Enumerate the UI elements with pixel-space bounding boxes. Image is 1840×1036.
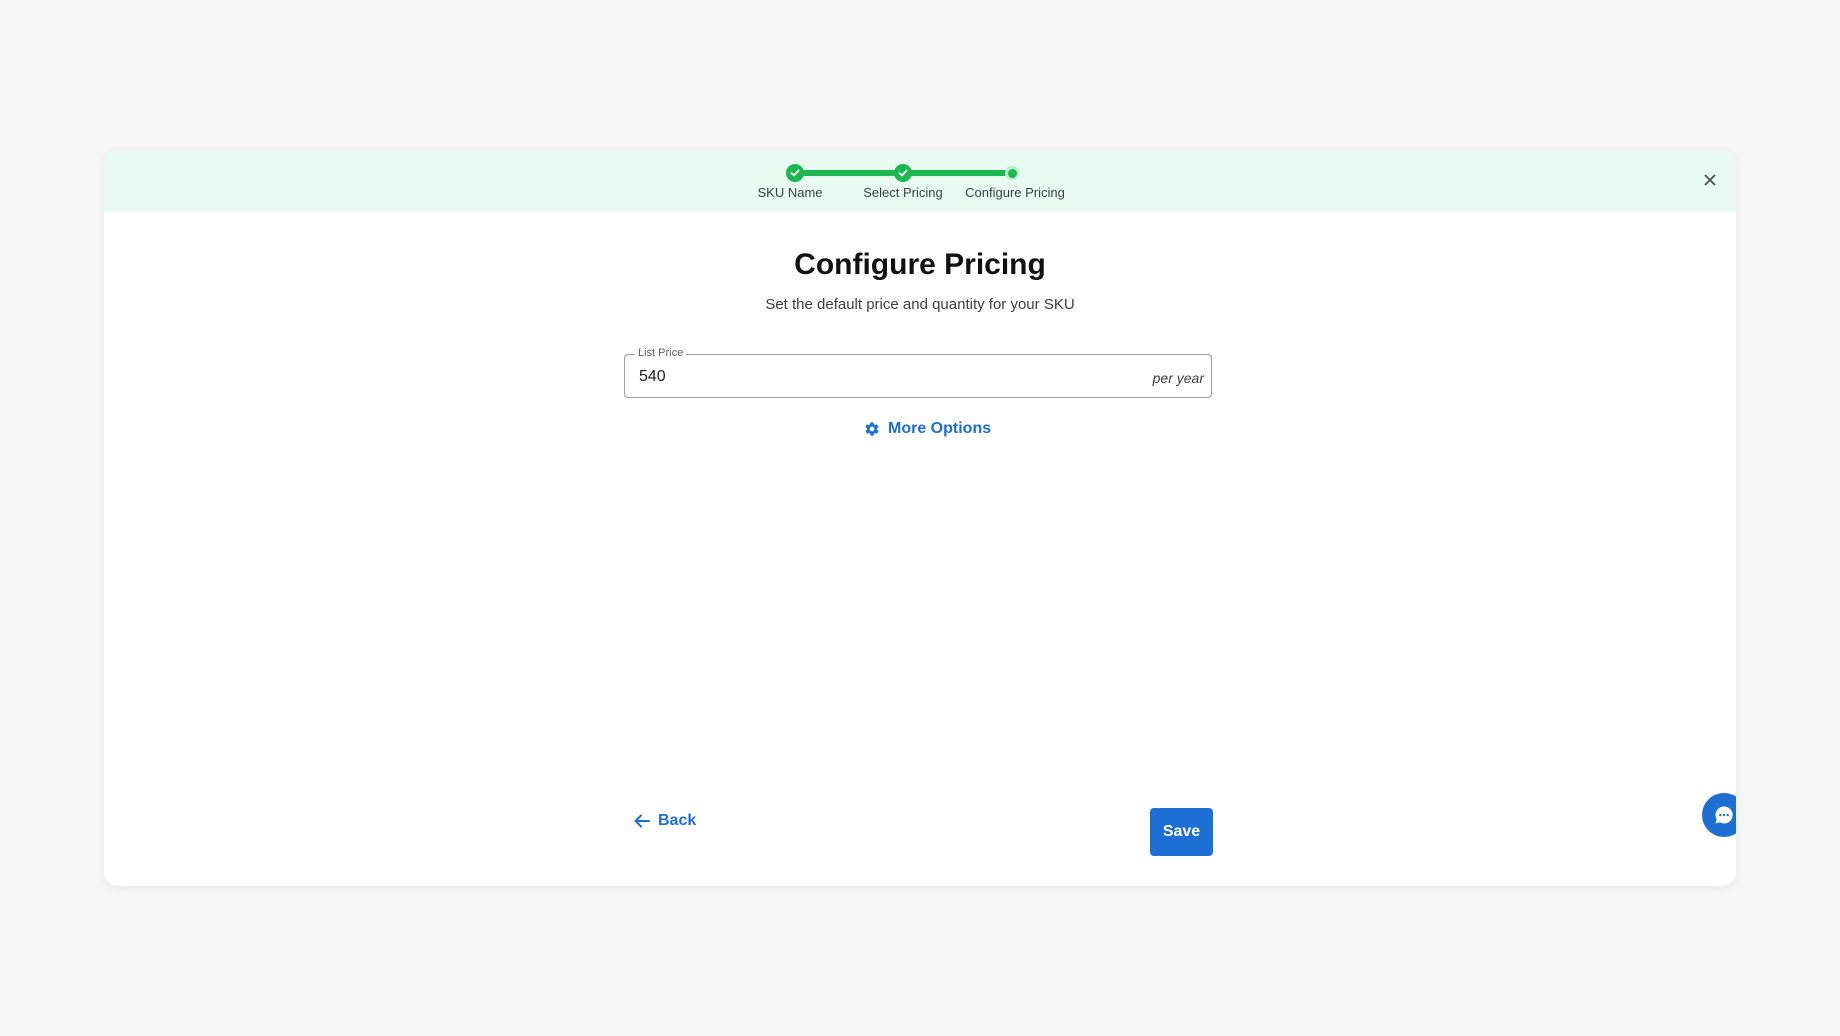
more-options-button[interactable]: More Options	[864, 420, 991, 438]
back-label: Back	[658, 812, 697, 829]
step-1-check-icon	[786, 164, 804, 182]
gear-icon	[865, 422, 879, 436]
step-1-label: SKU Name	[757, 185, 823, 200]
back-button[interactable]: Back	[634, 812, 696, 830]
save-button[interactable]: Save	[1150, 808, 1213, 856]
progress-stepper: SKU Name Select Pricing Configure Pricin…	[104, 150, 1736, 212]
chat-icon	[1715, 806, 1733, 824]
arrow-left-icon	[634, 814, 650, 828]
page-subtitle: Set the default price and quantity for y…	[765, 296, 1075, 313]
list-price-field: List Price per year	[624, 347, 1212, 398]
configure-pricing-modal: SKU Name Select Pricing Configure Pricin…	[104, 150, 1736, 886]
close-icon	[1704, 174, 1716, 186]
list-price-suffix: per year	[1152, 370, 1204, 386]
step-3-label: Configure Pricing	[965, 185, 1065, 200]
chat-launcher-button[interactable]	[1702, 793, 1736, 837]
step-2-check-icon	[894, 164, 912, 182]
step-2-label: Select Pricing	[863, 185, 943, 200]
more-options-label: More Options	[888, 420, 992, 437]
modal-header: SKU Name Select Pricing Configure Pricin…	[104, 150, 1736, 212]
page-title: Configure Pricing	[794, 248, 1046, 281]
close-button[interactable]	[1698, 168, 1722, 192]
list-price-input[interactable]	[637, 355, 1121, 398]
step-3-current-icon	[1005, 166, 1019, 180]
